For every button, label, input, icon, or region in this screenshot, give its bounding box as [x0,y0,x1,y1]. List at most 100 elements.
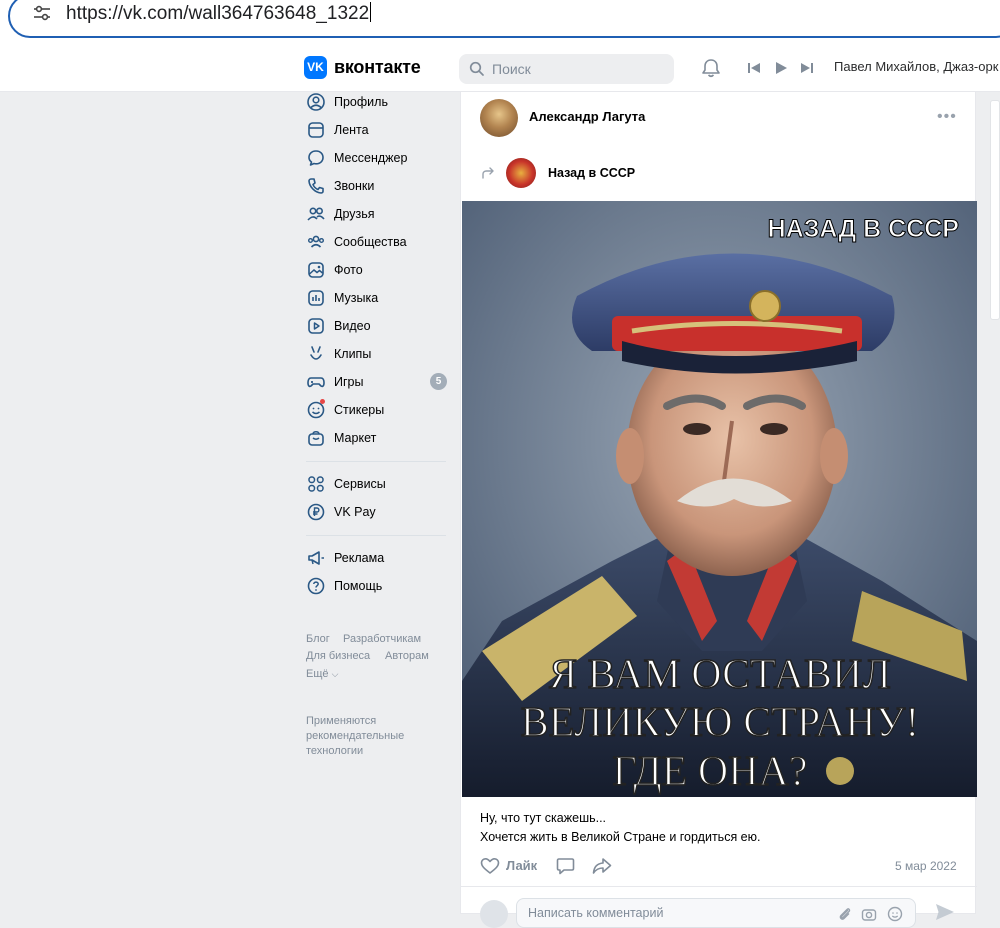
video-icon [308,318,324,334]
post-text-line: Хочется жить в Великой Стране и гордитьс… [480,830,761,844]
footer-link-authors[interactable]: Авторам [385,650,429,662]
site-settings-icon[interactable] [32,3,52,23]
sidebar-item-label: Мессенджер [334,151,408,165]
sidebar-item-label: Музыка [334,291,379,305]
wall-post: Александр Лагута ••• Назад в СССР НАЗАД … [460,92,977,928]
friends-icon [307,207,325,221]
sidebar-divider [306,461,446,462]
author-name[interactable]: Александр Лагута [529,109,645,124]
next-track-icon[interactable] [800,61,814,75]
footer-link-blog[interactable]: Блог [306,633,330,645]
sidebar-item-ads[interactable]: Реклама [300,548,450,572]
send-icon[interactable] [934,902,956,922]
profile-icon [307,93,325,111]
portrait-illustration: НАЗАД В СССР Я ВАМ ОСТАВИЛ ВЕЛИКУЮ СТРАН… [462,201,977,797]
new-stickers-dot [320,399,325,404]
sidebar-item-label: Клипы [334,347,372,361]
camera-icon[interactable] [861,906,877,922]
image-caption-line-1: Я ВАМ ОСТАВИЛ [549,652,891,698]
post-image[interactable]: НАЗАД В СССР Я ВАМ ОСТАВИЛ ВЕЛИКУЮ СТРАН… [462,201,977,797]
search-placeholder: Поиск [492,61,531,77]
sidebar-item-label: Сервисы [334,477,386,491]
sidebar-item-label: Игры [334,375,364,389]
emoji-icon[interactable] [887,906,903,922]
comment-divider [461,886,977,887]
vk-header: VK вконтакте Поиск Павел Михайлов, Джаз-… [0,44,1000,92]
group-avatar[interactable] [506,158,536,188]
music-icon [308,290,324,306]
vkpay-icon [307,503,325,521]
ads-icon [308,551,324,565]
search-input[interactable]: Поиск [459,54,674,84]
current-user-avatar [480,900,508,928]
sidebar-item-label: Маркет [334,431,377,445]
browser-toolbar: https://vk.com/wall364763648_1322 [0,0,1000,44]
sidebar-item-label: VK Pay [334,505,376,519]
sidebar-item-label: Реклама [334,551,385,565]
sidebar-item-feed[interactable]: Лента [300,120,450,144]
feed-icon [308,122,324,138]
previous-track-icon[interactable] [747,61,761,75]
sidebar-item-label: Лента [334,123,369,137]
sidebar-item-market[interactable]: Маркет [300,428,450,452]
right-scrollbar[interactable] [990,100,1000,320]
author-avatar[interactable] [480,99,518,137]
sidebar-item-communities[interactable]: Сообщества [300,232,450,256]
sidebar-divider [306,535,446,536]
play-icon[interactable] [774,61,788,75]
clips-icon [310,346,322,360]
sidebar-item-music[interactable]: Музыка [300,288,450,312]
sidebar-item-services[interactable]: Сервисы [300,474,450,498]
recommendation-note[interactable]: Применяются рекомендательные технологии [306,714,436,759]
sidebar-item-help[interactable]: Помощь [300,576,450,600]
attach-icon[interactable] [837,906,853,922]
comment-icon[interactable] [556,857,575,875]
phone-icon [308,178,324,194]
post-date[interactable]: 5 мар 2022 [895,859,957,873]
games-count-badge: 5 [430,373,447,390]
sidebar-item-stickers[interactable]: Стикеры [300,399,450,424]
now-playing-track[interactable]: Павел Михайлов, Джаз-орк [834,59,1000,74]
sidebar-item-label: Профиль [334,95,388,109]
messenger-icon [308,150,324,166]
sidebar-item-label: Помощь [334,579,383,593]
footer-link-developers[interactable]: Разработчикам [343,633,421,645]
repost-arrow-icon [482,167,494,179]
url-text[interactable]: https://vk.com/wall364763648_1322 [66,2,372,25]
sidebar-item-label: Видео [334,319,371,333]
share-icon[interactable] [592,857,612,875]
sidebar-item-photos[interactable]: Фото [300,260,450,284]
chevron-down-icon: ⌵ [331,669,339,679]
sidebar-item-friends[interactable]: Друзья [300,204,450,228]
sidebar-item-clips[interactable]: Клипы [300,344,450,368]
help-icon [307,577,325,595]
sidebar-item-calls[interactable]: Звонки [300,176,450,200]
sidebar-item-label: Звонки [334,179,375,193]
footer-link-business[interactable]: Для бизнеса [306,650,370,662]
search-icon [469,61,484,76]
image-caption-line-3: ГДЕ ОНА? [612,749,807,795]
market-icon [308,430,324,446]
communities-icon [308,235,324,248]
post-text: Ну, что тут скажешь... Хочется жить в Ве… [480,809,760,847]
sidebar-item-games[interactable]: Игры 5 [300,372,450,396]
like-button[interactable]: Лайк [506,858,537,873]
more-options-icon[interactable]: ••• [937,108,957,126]
games-icon [307,377,325,388]
notifications-bell-icon[interactable] [700,57,722,79]
sidebar-item-messenger[interactable]: Мессенджер [300,148,450,172]
sidebar-item-label: Стикеры [334,403,385,417]
heart-icon[interactable] [480,857,500,875]
comment-input[interactable]: Написать комментарий [516,898,916,928]
photo-icon [308,262,324,278]
footer-link-more[interactable]: Ещё ⌵ [306,668,338,680]
sidebar-item-vkpay[interactable]: VK Pay [300,502,450,526]
repost-source-name[interactable]: Назад в СССР [548,166,635,180]
sidebar-item-video[interactable]: Видео [300,316,450,340]
post-actions: Лайк 5 мар 2022 [480,855,960,877]
sidebar-item-profile[interactable]: Профиль [300,92,450,116]
footer-more-label: Ещё [306,668,329,680]
vk-logo-icon[interactable]: VK [304,56,327,79]
address-bar[interactable]: https://vk.com/wall364763648_1322 [8,0,1000,38]
vk-logo-text[interactable]: вконтакте [334,57,421,78]
